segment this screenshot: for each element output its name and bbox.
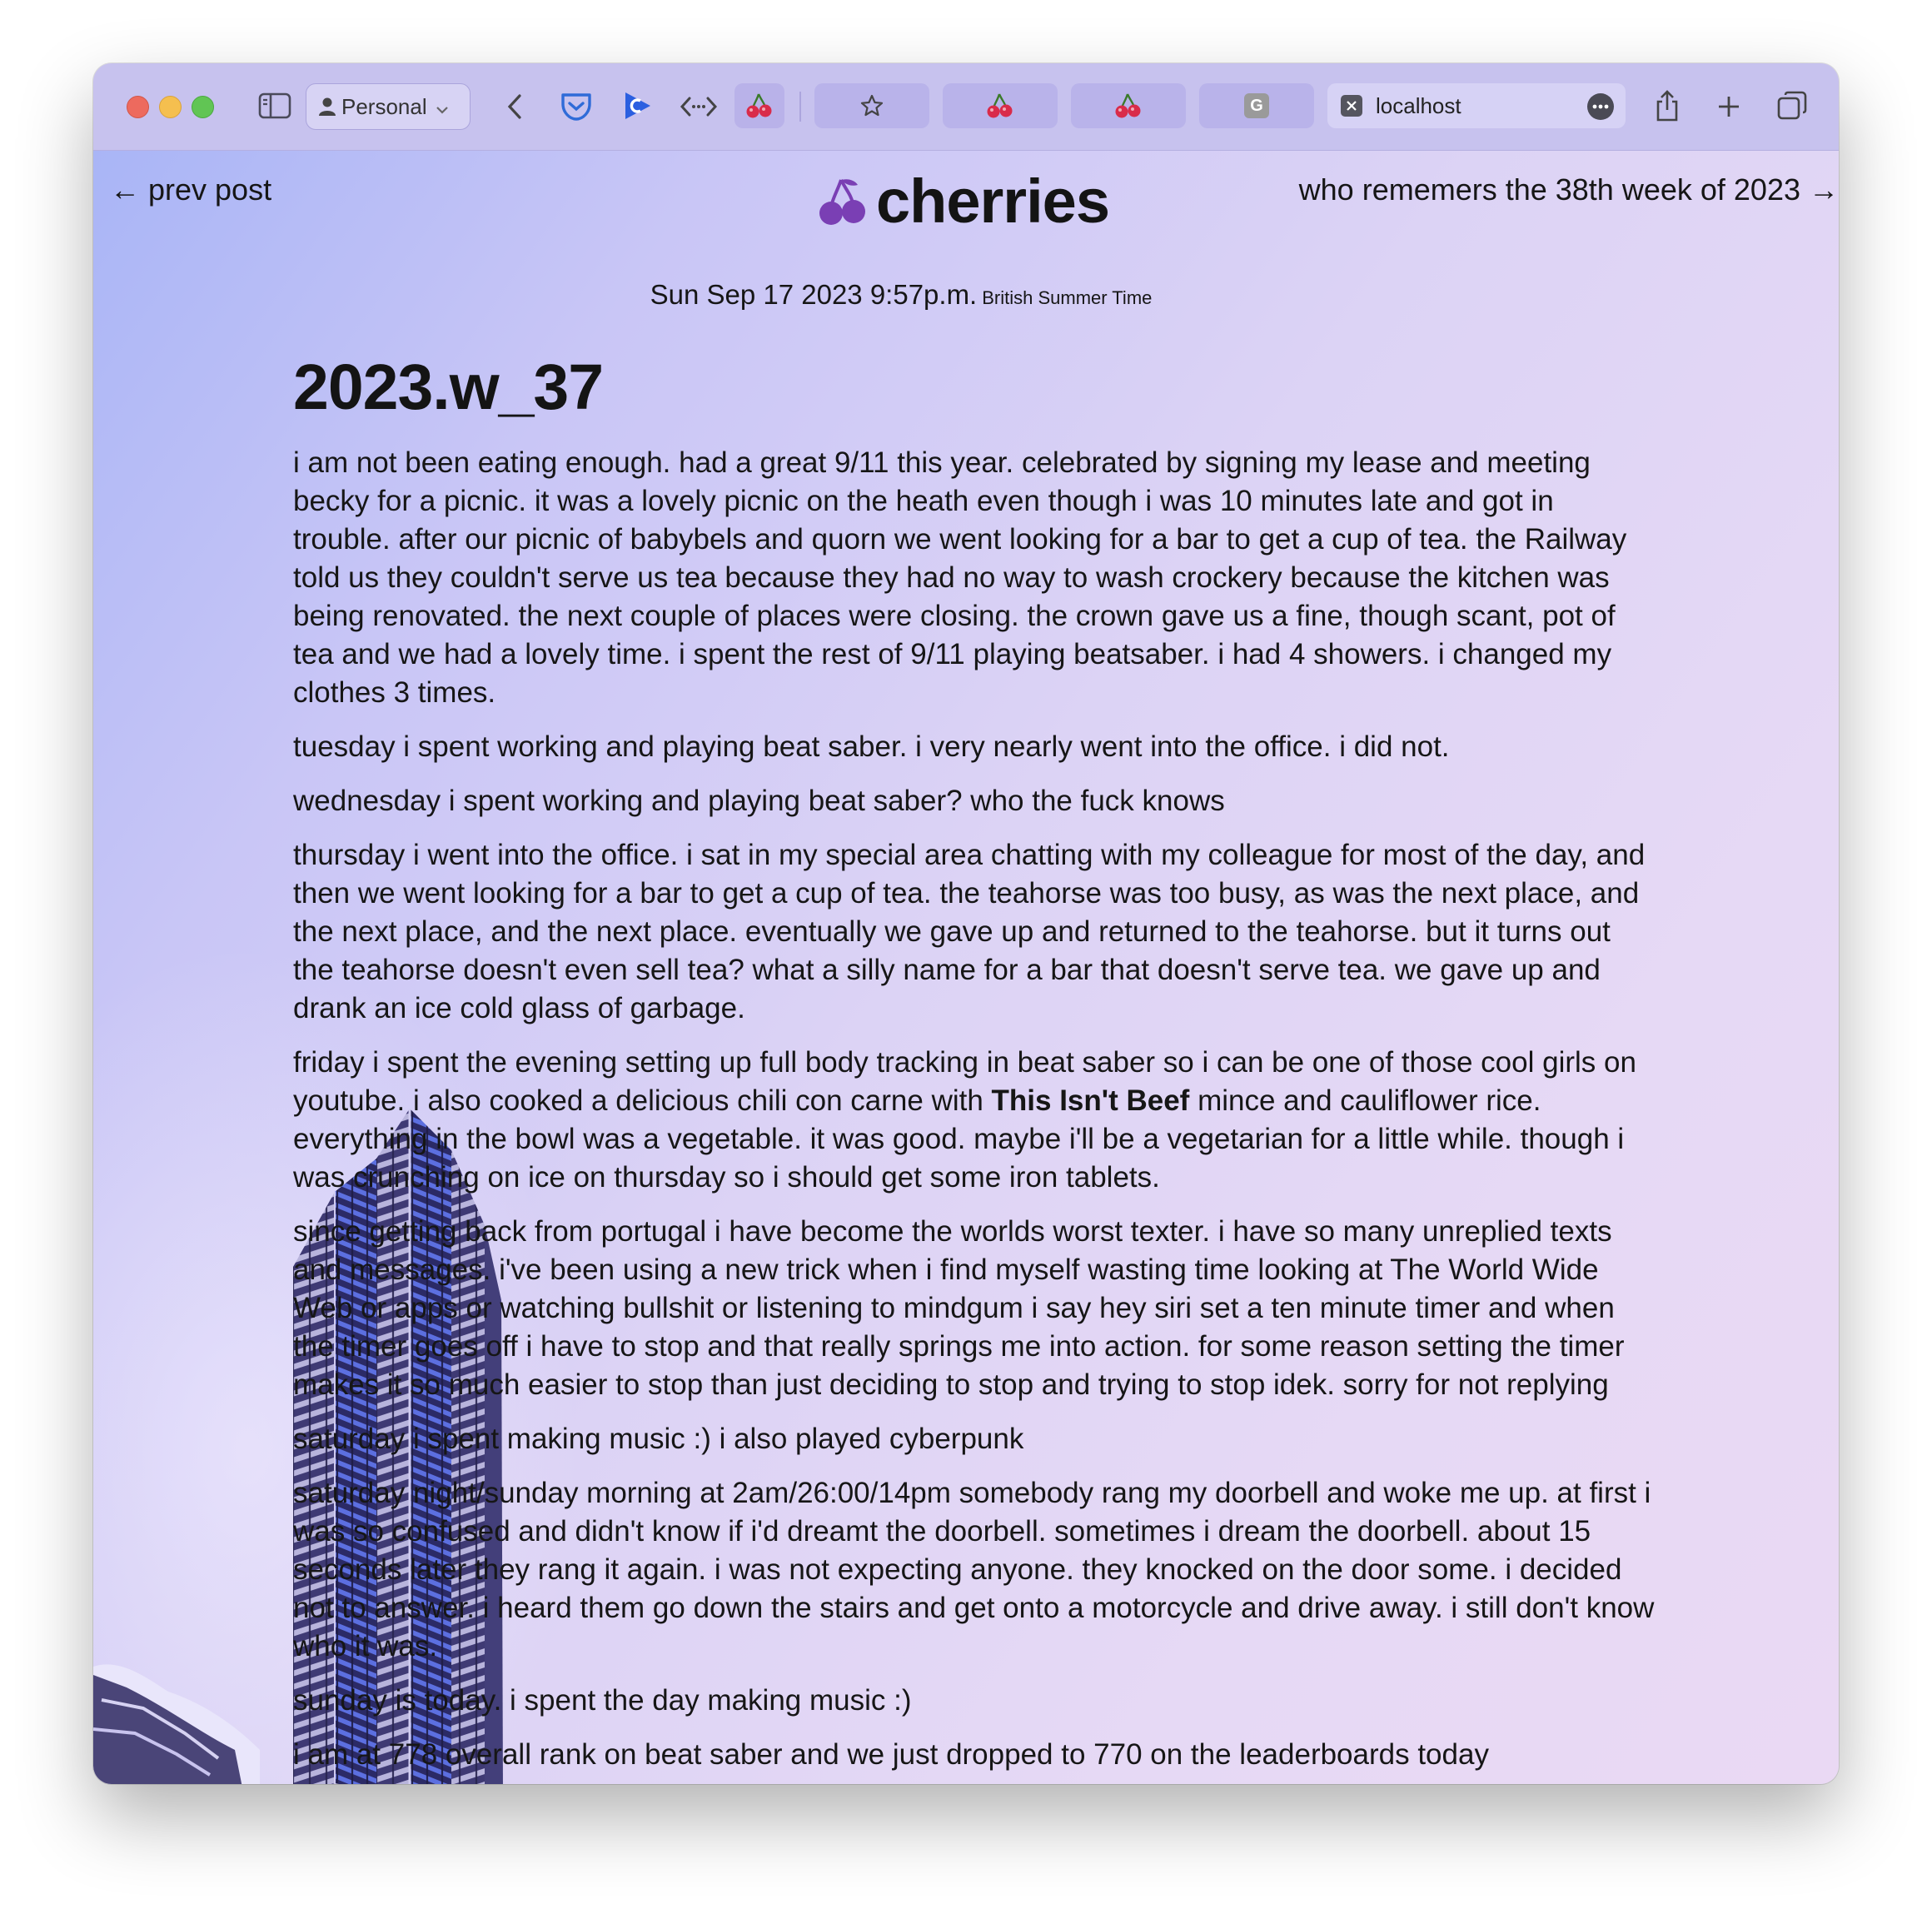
toolbar-separator	[799, 92, 801, 122]
site-title: cherries	[876, 167, 1110, 236]
post-paragraph-friday: friday i spent the evening setting up fu…	[293, 1044, 1659, 1197]
tab-title: localhost	[1376, 92, 1461, 118]
tab-g-site[interactable]: G	[1199, 83, 1314, 128]
minimize-window-button[interactable]	[159, 96, 182, 118]
post-paragraph: i am at 778 overall rank on beat saber a…	[293, 1738, 1489, 1771]
share-icon[interactable]	[1651, 85, 1684, 127]
tab-bookmarks[interactable]	[814, 83, 929, 128]
tab-cherries-1[interactable]	[943, 83, 1058, 128]
close-window-button[interactable]	[127, 96, 149, 118]
building-background-image	[93, 1664, 260, 1784]
friday-bold-brand: This Isn't Beef	[991, 1084, 1190, 1117]
post-paragraph: i am not been eating enough. had a great…	[293, 446, 1627, 709]
post-paragraph: sunday is today. i spent the day making …	[293, 1684, 912, 1717]
post-paragraph: saturday night/sunday morning at 2am/26:…	[293, 1477, 1655, 1662]
browser-toolbar: Personal G localhost	[93, 63, 1839, 151]
star-icon	[859, 93, 884, 118]
play-extension-icon[interactable]	[620, 87, 656, 125]
back-icon[interactable]	[498, 88, 531, 125]
profile-button[interactable]: Personal	[306, 83, 471, 130]
post-title: 2023.w_37	[293, 351, 604, 423]
sidebar-toggle-icon[interactable]	[256, 89, 293, 122]
code-icon[interactable]	[678, 90, 720, 123]
post-datetime: Sun Sep 17 2023 9:57p.m.	[650, 279, 978, 310]
close-tab-icon[interactable]	[1341, 95, 1362, 117]
profile-label: Personal	[341, 93, 427, 119]
cherry-icon	[986, 92, 1014, 120]
cherry-logo-icon	[816, 175, 869, 228]
post-paragraph: since getting back from portugal i have …	[293, 1215, 1625, 1401]
pocket-icon[interactable]	[558, 88, 595, 125]
prev-post-link[interactable]: ← prev post	[110, 172, 271, 207]
post-paragraph: thursday i went into the office. i sat i…	[293, 839, 1646, 1024]
post-paragraph: wednesday i spent working and playing be…	[293, 785, 1225, 817]
zoom-window-button[interactable]	[192, 96, 214, 118]
more-options-icon[interactable]	[1587, 93, 1614, 120]
person-icon	[318, 97, 336, 117]
browser-window: Personal G localhost ← prev post cherrie…	[93, 63, 1839, 1784]
post-paragraph: tuesday i spent working and playing beat…	[293, 730, 1450, 763]
tab-overview-icon[interactable]	[1774, 87, 1810, 125]
next-post-link[interactable]: who rememers the 38th week of 2023 →	[1299, 172, 1839, 207]
new-tab-icon[interactable]	[1712, 88, 1745, 125]
cherry-extension-button[interactable]	[734, 83, 784, 128]
tab-localhost[interactable]: localhost	[1327, 83, 1626, 128]
web-page: ← prev post cherries who rememers the 38…	[93, 151, 1839, 1784]
post-body: i am not been eating enough. had a great…	[293, 444, 1659, 1784]
post-paragraph: saturday i spent making music :) i also …	[293, 1423, 1024, 1455]
site-brand[interactable]: cherries	[816, 166, 1110, 237]
tab-cherries-2[interactable]	[1071, 83, 1186, 128]
post-date: Sun Sep 17 2023 9:57p.m. British Summer T…	[93, 279, 1692, 311]
cherry-icon	[745, 92, 774, 120]
g-icon: G	[1244, 93, 1269, 118]
cherry-icon	[1114, 92, 1143, 120]
post-timezone: British Summer Time	[982, 287, 1153, 308]
chevron-down-icon	[436, 94, 449, 120]
